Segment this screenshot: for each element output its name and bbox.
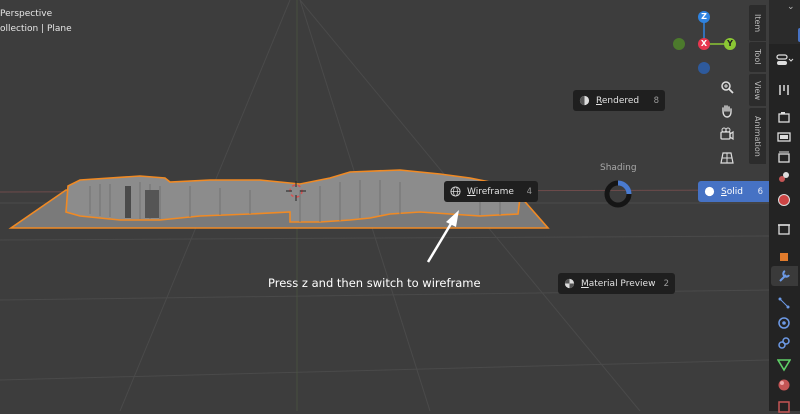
collection-properties-icon[interactable] <box>777 222 791 236</box>
world-properties-icon[interactable] <box>777 193 791 207</box>
pie-menu-title: Shading <box>600 163 637 173</box>
scene-properties-icon[interactable] <box>777 170 791 184</box>
3d-viewport[interactable]: Perspective ollection | Plane Z X Y Item… <box>0 0 769 411</box>
tab-tool[interactable]: Tool <box>749 42 766 72</box>
material-sphere-icon <box>564 278 575 289</box>
collapse-chevron-icon[interactable]: ⌄ <box>787 2 795 12</box>
solid-button[interactable]: Solid 6 <box>698 181 769 202</box>
rendered-button[interactable]: Rendered 8 <box>573 90 665 111</box>
solid-sphere-icon <box>704 186 715 197</box>
physics-icon[interactable] <box>777 316 791 330</box>
tab-view[interactable]: View <box>749 74 766 106</box>
texture-properties-icon[interactable] <box>777 400 791 414</box>
constraints-icon[interactable] <box>777 336 791 350</box>
pan-hand-icon[interactable] <box>717 101 737 121</box>
material-properties-icon[interactable] <box>777 378 791 392</box>
wireframe-button[interactable]: Wireframe 4 <box>444 181 538 202</box>
collection-path-label: ollection | Plane <box>0 24 72 34</box>
output-properties-icon[interactable] <box>777 130 791 144</box>
particles-icon[interactable] <box>777 296 791 310</box>
tab-animation[interactable]: Animation <box>749 108 766 164</box>
tab-item[interactable]: Item <box>749 5 766 41</box>
properties-tabs-bar: ⌄ <box>769 0 800 414</box>
gizmo-z-axis[interactable]: Z <box>698 11 710 23</box>
object-data-icon[interactable] <box>777 358 791 372</box>
navigation-gizmo[interactable]: Z X Y <box>670 8 744 80</box>
render-properties-icon[interactable] <box>777 110 791 124</box>
ortho-grid-icon[interactable] <box>717 148 737 168</box>
zoom-icon[interactable] <box>717 77 737 97</box>
scene-canvas <box>0 0 769 411</box>
modifier-properties-tab[interactable] <box>771 266 798 286</box>
view-name-label: Perspective <box>0 9 53 19</box>
wireframe-sphere-icon <box>450 186 461 197</box>
instruction-annotation: Press z and then switch to wireframe <box>268 276 481 290</box>
gizmo-x-axis-label[interactable]: X <box>698 38 710 50</box>
camera-view-icon[interactable] <box>717 124 737 144</box>
editor-type-icon[interactable] <box>775 52 795 68</box>
properties-header: ⌄ <box>769 0 800 44</box>
wrench-icon <box>779 270 790 282</box>
view-layer-icon[interactable] <box>777 150 791 164</box>
tool-settings-icon[interactable] <box>777 83 791 97</box>
object-properties-icon[interactable] <box>777 250 791 264</box>
material-preview-button[interactable]: Material Preview 2 <box>558 273 675 294</box>
rendered-sphere-icon <box>579 95 590 106</box>
gizmo-y-axis[interactable]: Y <box>724 38 736 50</box>
pie-center-indicator <box>603 179 633 213</box>
